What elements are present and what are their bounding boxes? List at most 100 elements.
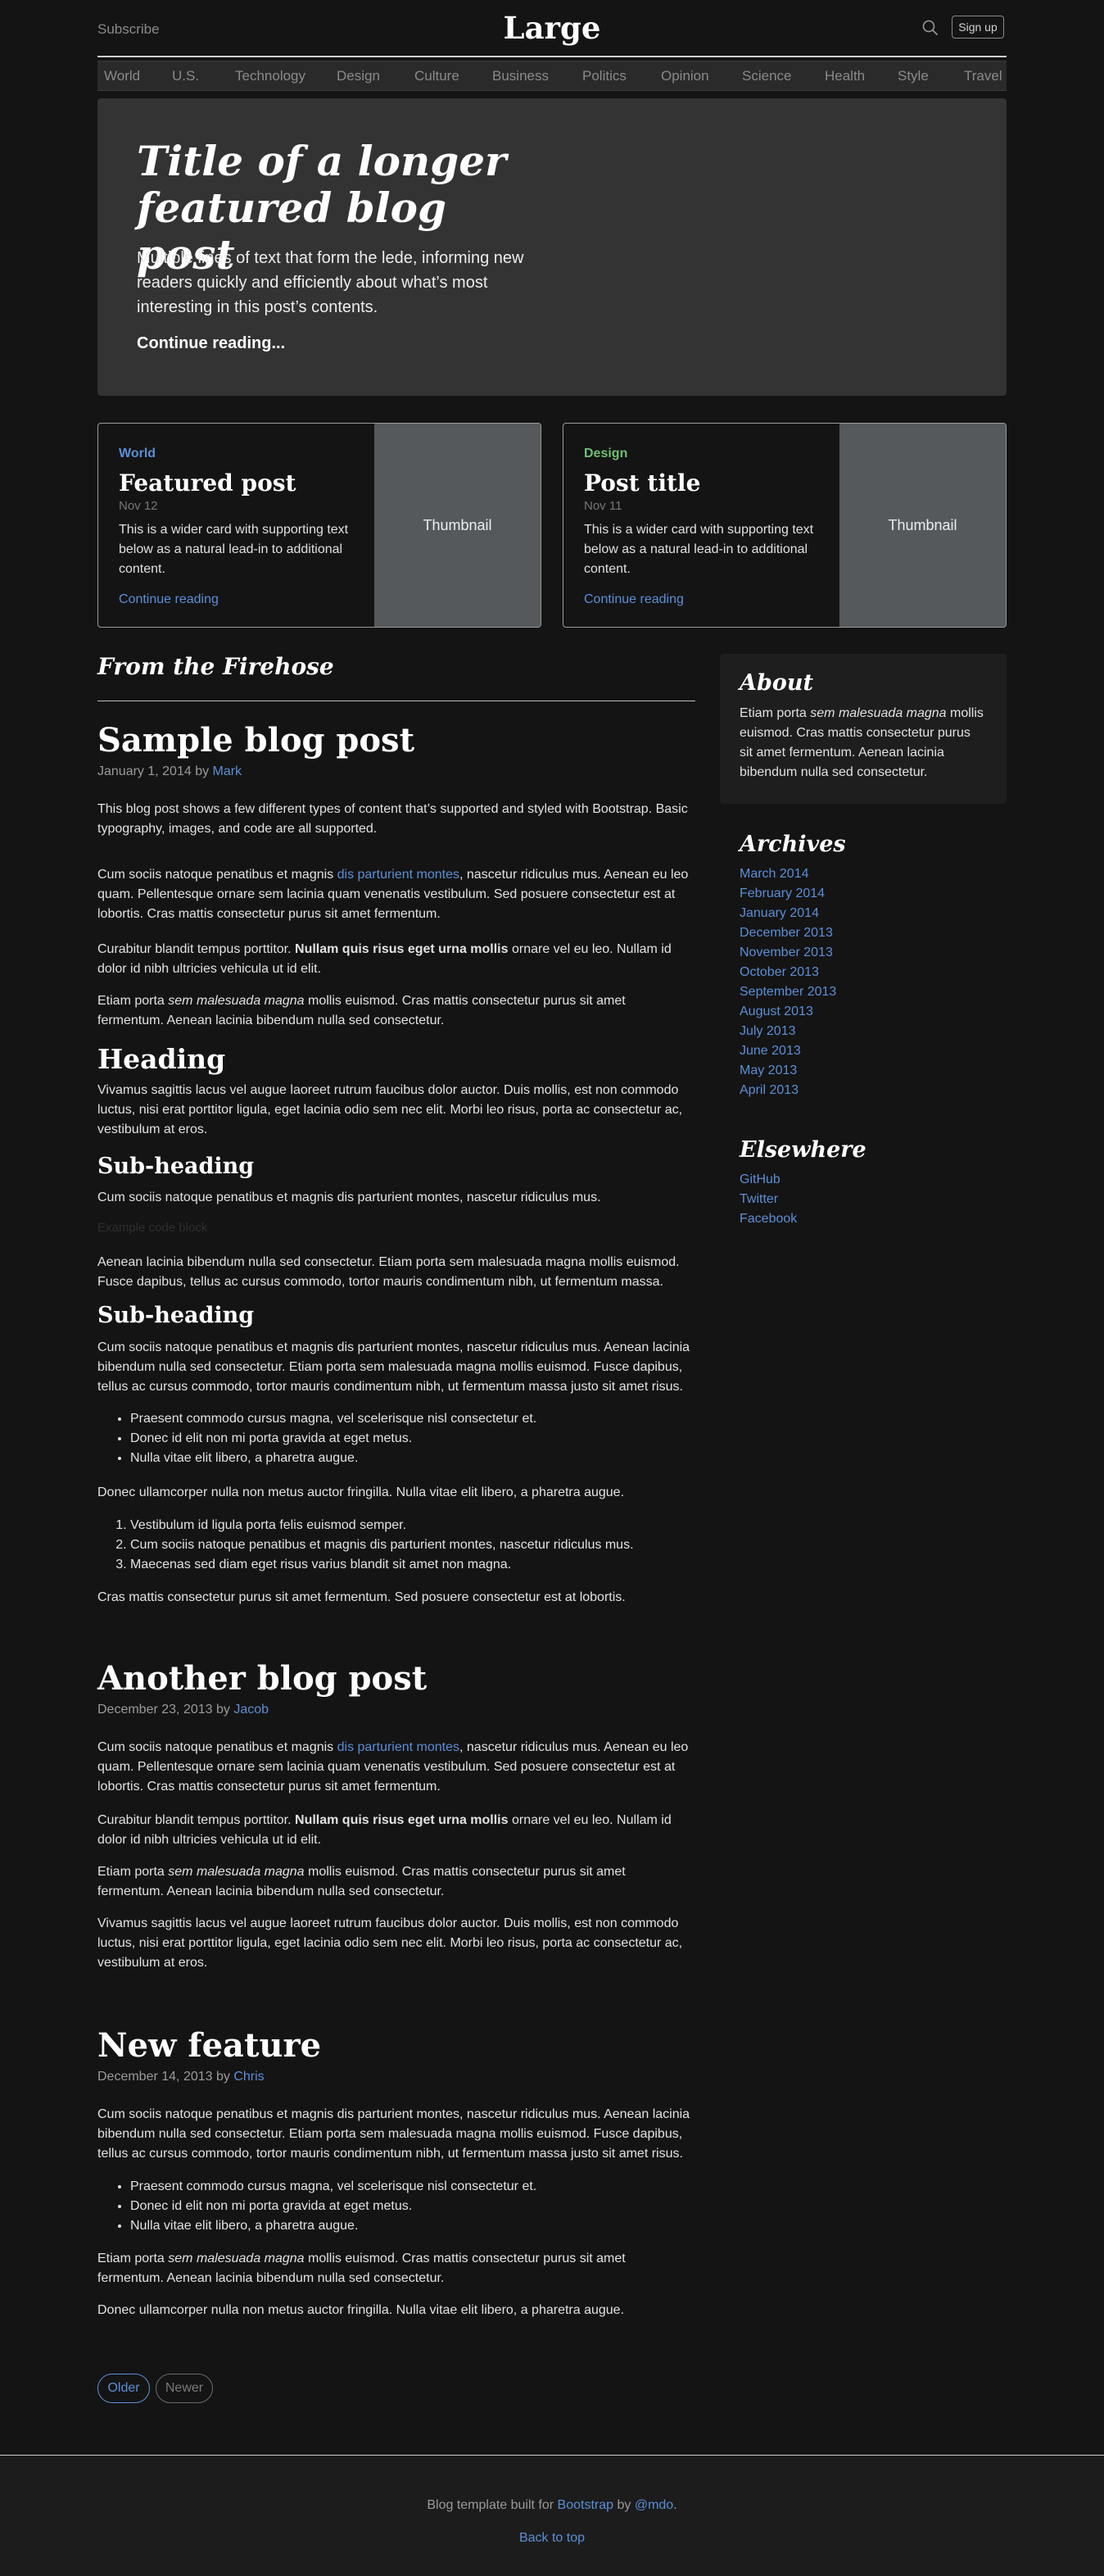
nav-item-opinion[interactable]: Opinion — [661, 68, 709, 84]
post-paragraph: Cras mattis consectetur purus sit amet f… — [97, 1590, 626, 1604]
bold-text: Nullam quis risus eget urna mollis — [295, 942, 509, 956]
card-continue-link[interactable]: Continue reading — [119, 592, 219, 607]
archive-link[interactable]: November 2013 — [740, 946, 833, 959]
post-paragraph: Cum sociis natoque penatibus et magnis d… — [97, 2107, 690, 2161]
nav-item-us[interactable]: U.S. — [172, 68, 199, 84]
archive-link[interactable]: September 2013 — [740, 985, 836, 999]
text: Etiam porta — [740, 706, 811, 720]
back-to-top-wrapper: Back to top — [0, 2531, 1104, 2546]
inline-link[interactable]: dis parturient montes — [337, 868, 459, 882]
list-item: Nulla vitae elit libero, a pharetra augu… — [130, 1449, 695, 1468]
card-text: This is a wider card with supporting tex… — [584, 523, 814, 576]
archive-link[interactable]: October 2013 — [740, 965, 819, 979]
card-category: Design — [584, 447, 628, 460]
post-subheading: Sub-heading — [97, 1154, 255, 1179]
site-footer: Blog template built for Bootstrap by @md… — [0, 2455, 1104, 2576]
list-item: Praesent commodo cursus magna, vel scele… — [130, 2177, 695, 2197]
card-text: This is a wider card with supporting tex… — [119, 523, 349, 576]
site-brand[interactable]: Large — [97, 10, 1007, 46]
post-paragraph: Cum sociis natoque penatibus et magnis d… — [97, 1340, 690, 1394]
post-title: New feature — [97, 2026, 322, 2065]
card-date: Nov 12 — [119, 499, 158, 513]
post-paragraph: Curabitur blandit tempus porttitor. Null… — [97, 1811, 695, 1850]
list-item: Maecenas sed diam eget risus varius blan… — [130, 1555, 695, 1575]
section-title: From the Firehose — [97, 653, 334, 680]
elsewhere-title: Elsewhere — [740, 1137, 866, 1163]
italic-text: sem malesuada magna — [168, 1865, 305, 1879]
nav-item-business[interactable]: Business — [492, 68, 549, 84]
archive-link[interactable]: December 2013 — [740, 926, 833, 940]
facebook-link[interactable]: Facebook — [740, 1212, 797, 1226]
github-link[interactable]: GitHub — [740, 1172, 780, 1186]
archive-link[interactable]: May 2013 — [740, 1064, 797, 1077]
post-date: January 1, 2014 by — [97, 764, 213, 778]
header-divider — [97, 56, 1007, 57]
nav-item-culture[interactable]: Culture — [414, 68, 459, 84]
card-thumbnail: Thumbnail — [374, 424, 541, 627]
back-to-top-link[interactable]: Back to top — [519, 2531, 585, 2545]
text: . — [673, 2498, 677, 2512]
inline-link[interactable]: dis parturient montes — [337, 1740, 459, 1754]
older-button[interactable]: Older — [97, 2374, 150, 2403]
card-date: Nov 11 — [584, 499, 622, 513]
hero-title-line-1: Title of a longer — [137, 137, 507, 185]
bootstrap-link[interactable]: Bootstrap — [558, 2498, 613, 2512]
card-category: World — [119, 447, 156, 460]
featured-hero: Title of a longer featured blog post Mult… — [97, 98, 1007, 396]
post-paragraph: Donec ullamcorper nulla non metus auctor… — [97, 2303, 625, 2317]
nav-item-health[interactable]: Health — [825, 68, 865, 84]
post-meta: December 23, 2013 by Jacob — [97, 1703, 269, 1717]
post-author-link[interactable]: Jacob — [233, 1703, 269, 1717]
text: Blog template built for — [427, 2498, 558, 2512]
code-example: Example code block — [97, 1221, 208, 1235]
post-paragraph: Donec ullamcorper nulla non metus auctor… — [97, 1485, 625, 1499]
archive-link[interactable]: July 2013 — [740, 1024, 796, 1038]
text: Etiam porta — [97, 994, 169, 1008]
post-date: December 23, 2013 by — [97, 1703, 234, 1717]
search-icon[interactable] — [921, 19, 939, 37]
nav-item-design[interactable]: Design — [337, 68, 380, 84]
mdo-link[interactable]: @mdo — [635, 2498, 673, 2512]
archive-link[interactable]: April 2013 — [740, 1083, 799, 1097]
post-author-link[interactable]: Mark — [213, 764, 242, 778]
bullet-list: Praesent commodo cursus magna, vel scele… — [97, 1409, 695, 1468]
about-text: Etiam porta sem malesuada magna mollis e… — [740, 704, 985, 782]
post-paragraph: Cum sociis natoque penatibus et magnis d… — [97, 1190, 601, 1204]
nav-item-style[interactable]: Style — [898, 68, 929, 84]
about-title: About — [740, 670, 813, 696]
post-author-link[interactable]: Chris — [233, 2070, 264, 2084]
newer-button[interactable]: Newer — [156, 2374, 213, 2403]
list-item: Vestibulum id ligula porta felis euismod… — [130, 1516, 695, 1535]
signup-button[interactable]: Sign up — [952, 16, 1004, 39]
archive-link[interactable]: June 2013 — [740, 1044, 801, 1058]
nav-item-science[interactable]: Science — [742, 68, 791, 84]
bold-text: Nullam quis risus eget urna mollis — [295, 1813, 509, 1827]
post-paragraph: Cum sociis natoque penatibus et magnis d… — [97, 865, 695, 924]
archives-title: Archives — [740, 832, 846, 857]
text: Cum sociis natoque penatibus et magnis — [97, 868, 337, 882]
post-title: Sample blog post — [97, 721, 415, 760]
archive-link[interactable]: February 2014 — [740, 887, 825, 900]
post-date: December 14, 2013 by — [97, 2070, 234, 2084]
card-continue-link[interactable]: Continue reading — [584, 592, 684, 607]
nav-item-technology[interactable]: Technology — [235, 68, 305, 84]
text: by — [613, 2498, 635, 2512]
archive-link[interactable]: January 2014 — [740, 906, 819, 920]
nav-item-world[interactable]: World — [104, 68, 140, 84]
about-panel: About Etiam porta sem malesuada magna mo… — [720, 654, 1007, 804]
archive-link[interactable]: March 2014 — [740, 867, 809, 881]
text: Curabitur blandit tempus porttitor. — [97, 942, 296, 956]
hero-lede: Multiple lines of text that form the led… — [137, 249, 524, 316]
post-paragraph: Etiam porta sem malesuada magna mollis e… — [97, 2249, 695, 2288]
card-title: Post title — [584, 469, 701, 497]
elsewhere-list: GitHub Twitter Facebook — [740, 1170, 797, 1229]
archives-list: March 2014 February 2014 January 2014 De… — [740, 864, 836, 1100]
nav-item-politics[interactable]: Politics — [582, 68, 627, 84]
post-paragraph: Cum sociis natoque penatibus et magnis d… — [97, 1738, 695, 1797]
twitter-link[interactable]: Twitter — [740, 1192, 778, 1206]
hero-continue-link[interactable]: Continue reading... — [137, 334, 285, 353]
nav-item-travel[interactable]: Travel — [964, 68, 1002, 84]
post-intro: This blog post shows a few different typ… — [97, 802, 688, 836]
text: Etiam porta — [97, 1865, 169, 1879]
archive-link[interactable]: August 2013 — [740, 1005, 813, 1018]
